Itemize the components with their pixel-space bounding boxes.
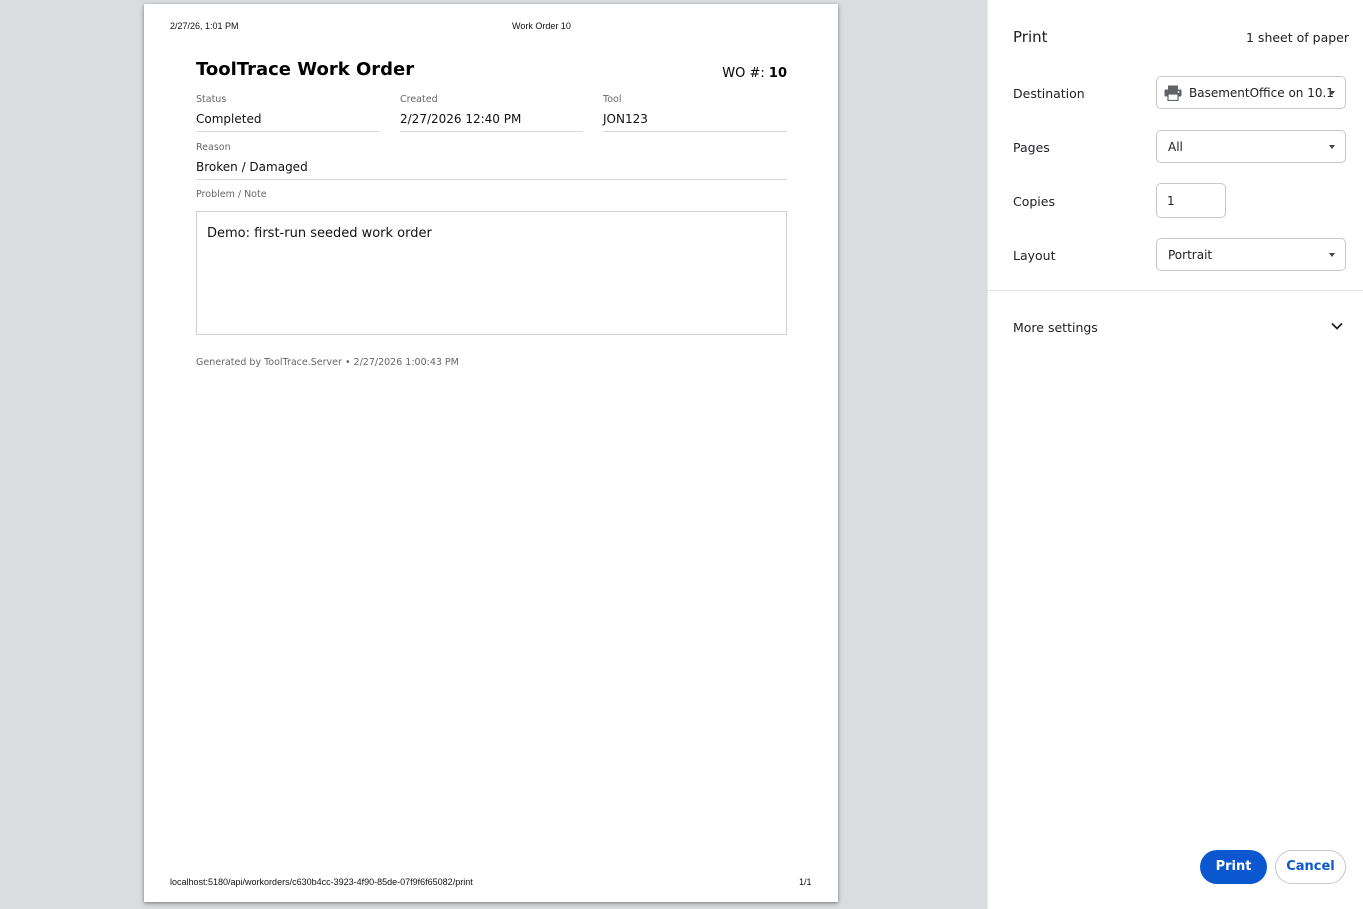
copies-value: 1 xyxy=(1167,194,1175,208)
print-panel-title: Print xyxy=(1013,28,1048,46)
reason-value: Broken / Damaged xyxy=(196,160,308,174)
pages-label: Pages xyxy=(1013,140,1050,155)
note-label: Problem / Note xyxy=(196,189,267,200)
page-footer-url: localhost:5180/api/workorders/c630b4cc-3… xyxy=(170,877,473,887)
tool-label: Tool xyxy=(603,94,622,105)
work-order-number: WO #: 10 xyxy=(722,66,787,81)
layout-label: Layout xyxy=(1013,248,1056,263)
copies-label: Copies xyxy=(1013,194,1055,209)
layout-select[interactable]: Portrait xyxy=(1156,238,1346,271)
note-text: Demo: first-run seeded work order xyxy=(207,226,432,241)
more-settings-toggle[interactable]: More settings xyxy=(1013,320,1098,335)
status-value: Completed xyxy=(196,112,262,126)
created-value: 2/27/2026 12:40 PM xyxy=(400,112,522,126)
page-header-date: 2/27/26, 1:01 PM xyxy=(170,21,239,31)
status-label: Status xyxy=(196,94,227,105)
print-preview-area: 2/27/26, 1:01 PM Work Order 10 ToolTrace… xyxy=(0,0,987,909)
created-field: Created 2/27/2026 12:40 PM xyxy=(400,94,583,132)
tool-field: Tool JON123 xyxy=(603,94,787,132)
reason-field: Reason Broken / Damaged xyxy=(196,142,787,180)
generated-by-text: Generated by ToolTrace.Server • 2/27/202… xyxy=(196,357,459,368)
page-header-title: Work Order 10 xyxy=(512,21,571,31)
destination-select[interactable]: BasementOffice on 10.1 xyxy=(1156,76,1346,109)
print-button[interactable]: Print xyxy=(1200,850,1267,884)
print-settings-panel: Print 1 sheet of paper Destination Basem… xyxy=(987,0,1363,909)
work-order-number-label: WO #: xyxy=(722,66,765,81)
status-field: Status Completed xyxy=(196,94,380,132)
dropdown-arrow-icon xyxy=(1329,91,1335,95)
layout-value: Portrait xyxy=(1168,248,1213,262)
page-footer-page-number: 1/1 xyxy=(799,877,812,887)
note-box: Demo: first-run seeded work order xyxy=(196,211,787,335)
destination-label: Destination xyxy=(1013,86,1085,101)
printer-icon xyxy=(1164,85,1182,101)
destination-value: BasementOffice on 10.1 xyxy=(1189,86,1334,100)
copies-input[interactable]: 1 xyxy=(1156,183,1226,218)
cancel-button[interactable]: Cancel xyxy=(1275,850,1346,884)
preview-page: 2/27/26, 1:01 PM Work Order 10 ToolTrace… xyxy=(144,4,838,902)
section-divider xyxy=(988,290,1363,291)
dropdown-arrow-icon xyxy=(1329,253,1335,257)
sheet-count: 1 sheet of paper xyxy=(1246,30,1349,45)
created-label: Created xyxy=(400,94,438,105)
tool-value: JON123 xyxy=(603,112,648,126)
dropdown-arrow-icon xyxy=(1329,145,1335,149)
reason-label: Reason xyxy=(196,142,231,153)
work-order-number-value: 10 xyxy=(768,66,787,81)
work-order-title: ToolTrace Work Order xyxy=(196,59,415,80)
pages-select[interactable]: All xyxy=(1156,130,1346,163)
chevron-down-icon[interactable] xyxy=(1330,319,1344,333)
pages-value: All xyxy=(1168,140,1183,154)
